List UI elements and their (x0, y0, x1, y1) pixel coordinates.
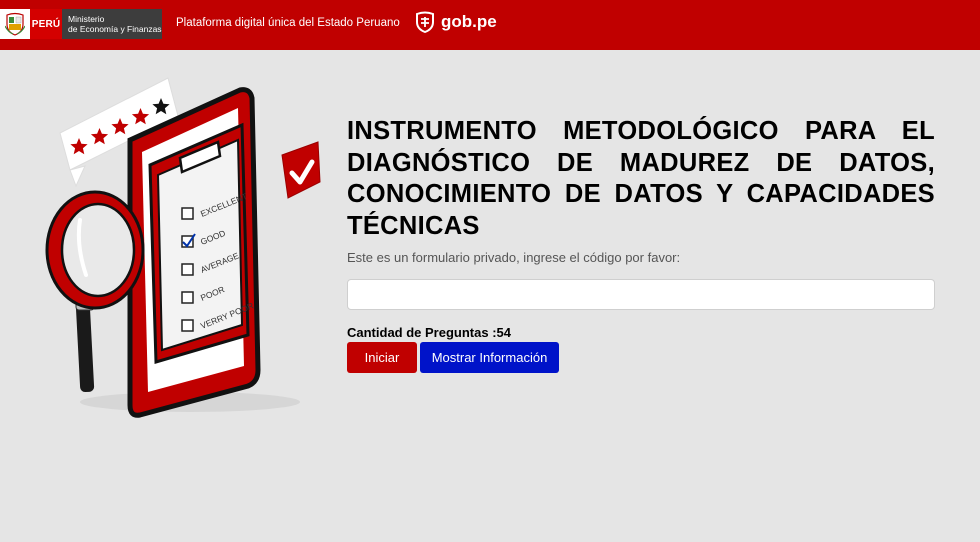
gob-shield-icon (414, 11, 436, 33)
start-button[interactable]: Iniciar (347, 342, 417, 373)
form-instructions: Este es un formulario privado, ingrese e… (347, 250, 681, 265)
question-count: Cantidad de Preguntas :54 (347, 325, 511, 340)
option-checkbox (181, 291, 194, 304)
show-info-button[interactable]: Mostrar Información (420, 342, 559, 373)
option-checkbox (181, 319, 194, 332)
survey-illustration: EXCELLENT GOOD AVERAGE POOR VERRY POOR (30, 70, 330, 420)
gob-pe-logo[interactable]: gob.pe (414, 11, 497, 33)
platform-text: Plataforma digital única del Estado Peru… (176, 17, 400, 29)
coat-of-arms-icon (0, 9, 30, 39)
checkmark-badge-icon (281, 141, 321, 199)
phone-illustration (127, 87, 261, 418)
gob-pe-text: gob.pe (441, 12, 497, 31)
brand-country: PERÚ (30, 9, 62, 39)
brand-ministry: Ministerio de Economía y Finanzas (62, 9, 162, 39)
action-buttons: Iniciar Mostrar Información (347, 342, 935, 373)
brand-ministry-line2: de Economía y Finanzas (68, 23, 162, 34)
option-checkbox (181, 207, 194, 220)
main-content: INSTRUMENTO METODOLÓGICO PARA EL DIAGNÓS… (347, 116, 935, 373)
option-checkbox (181, 263, 194, 276)
page-title: INSTRUMENTO METODOLÓGICO PARA EL DIAGNÓS… (347, 117, 935, 240)
ministry-logo[interactable]: PERÚ Ministerio de Economía y Finanzas (0, 9, 162, 39)
access-code-input[interactable] (347, 279, 935, 310)
top-bar: PERÚ Ministerio de Economía y Finanzas P… (0, 0, 980, 50)
